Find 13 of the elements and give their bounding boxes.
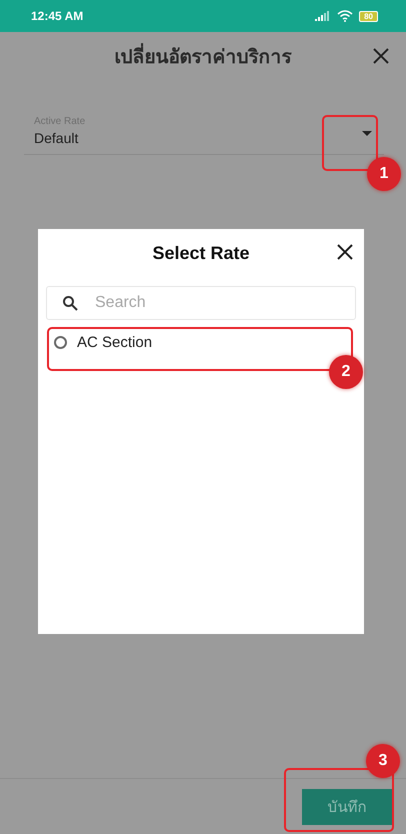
search-field[interactable]: Search bbox=[46, 286, 356, 320]
status-time: 12:45 AM bbox=[31, 9, 84, 23]
caret-icon bbox=[362, 131, 372, 136]
option-label: AC Section bbox=[77, 334, 152, 350]
step-number: 3 bbox=[366, 744, 400, 778]
battery-icon: 80 bbox=[359, 10, 378, 22]
field-value: Default bbox=[34, 130, 80, 146]
radio-button[interactable] bbox=[54, 336, 67, 348]
dialog-title: เปลี่ยนอัตราค่าบริการ bbox=[114, 41, 292, 71]
step-number: 1 bbox=[367, 157, 401, 191]
dialog-title: Select Rate bbox=[152, 242, 250, 264]
signal-icon bbox=[315, 11, 332, 21]
wifi-icon bbox=[337, 10, 354, 22]
